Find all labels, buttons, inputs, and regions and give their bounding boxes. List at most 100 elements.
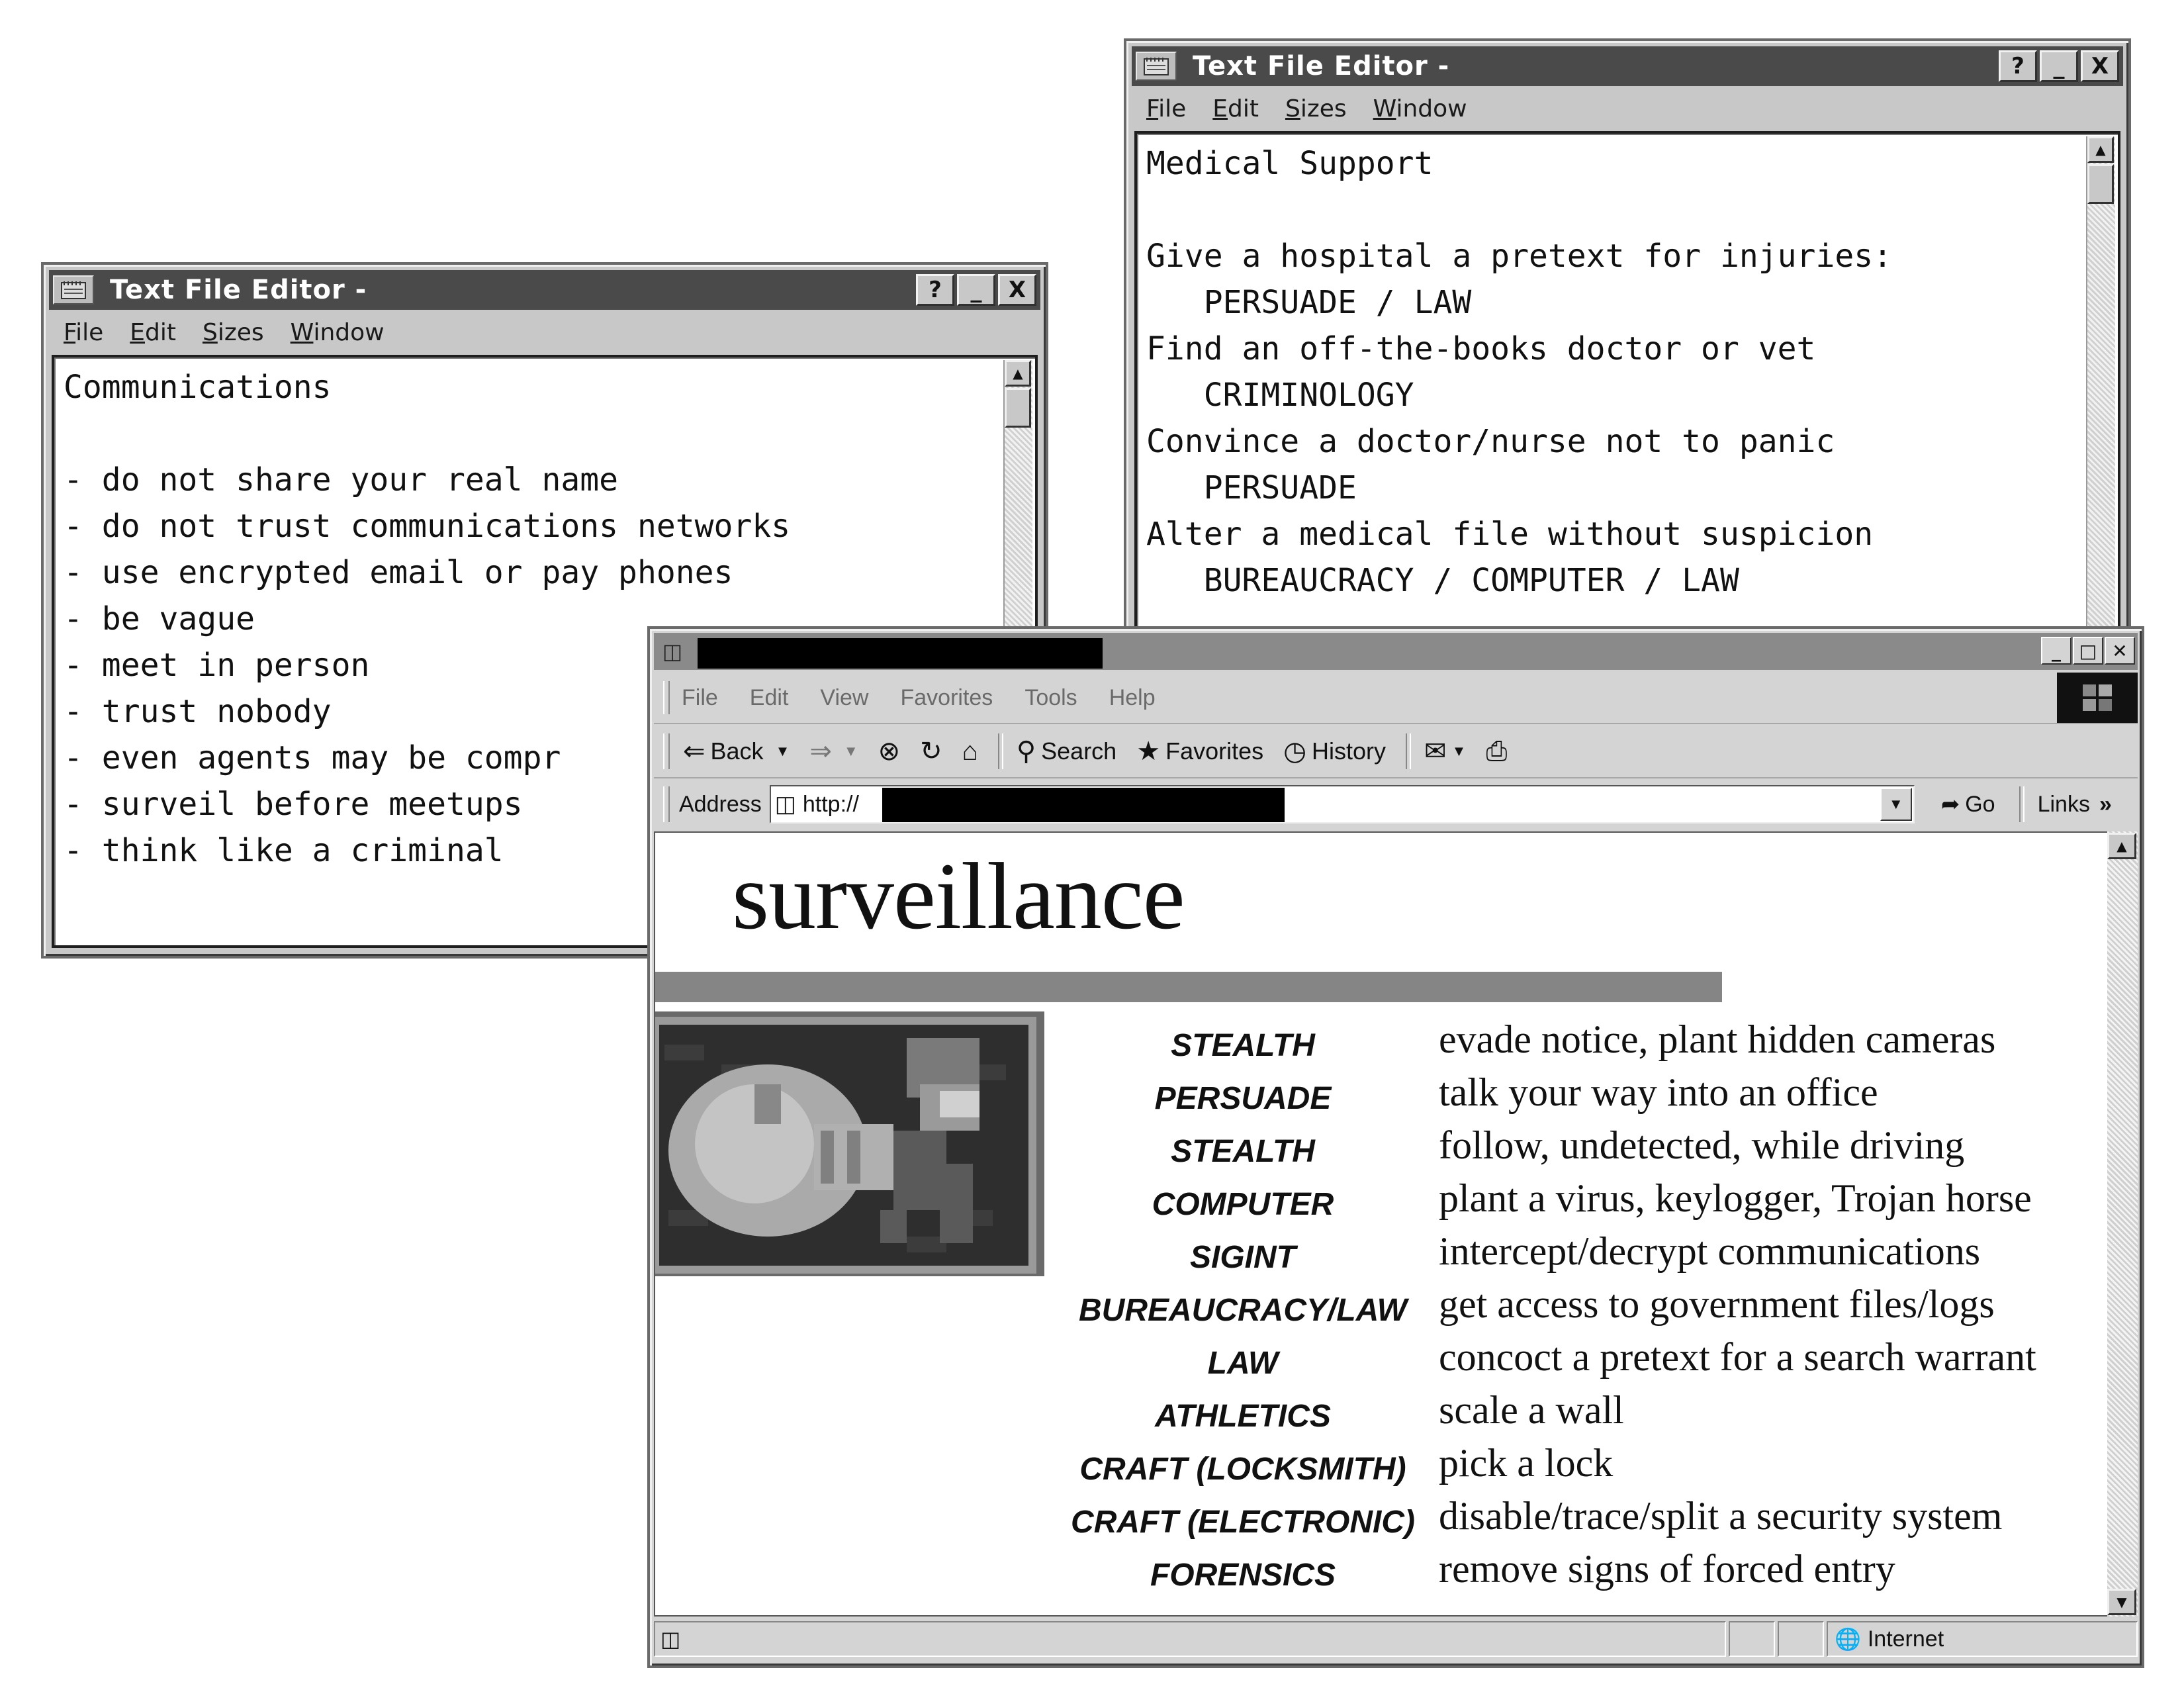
close-button[interactable]: X	[998, 274, 1036, 306]
stop-button[interactable]: ⊗	[878, 736, 901, 767]
skill-name: SIGINT	[1189, 1240, 1296, 1275]
windows-logo-icon	[2057, 673, 2138, 723]
home-icon: ⌂	[962, 736, 978, 766]
menu-edit[interactable]: Edit	[1212, 95, 1259, 122]
menu-window[interactable]: Window	[291, 319, 385, 346]
history-button[interactable]: ◷ History	[1283, 736, 1386, 767]
menu-sizes[interactable]: Sizes	[203, 319, 264, 346]
home-button[interactable]: ⌂	[962, 737, 978, 767]
history-icon: ◷	[1283, 737, 1307, 766]
links-label[interactable]: Links	[2038, 792, 2090, 818]
menu-window[interactable]: Window	[1373, 95, 1467, 122]
status-cell	[1729, 1621, 1775, 1657]
table-row: CRAFT (ELECTRONIC) disable/trace/split a…	[1064, 1493, 2116, 1546]
minimize-button[interactable]: _	[2041, 637, 2071, 665]
mail-icon: ✉	[1424, 737, 1447, 766]
skill-description: remove signs of forced entry	[1439, 1547, 1895, 1591]
title-bar[interactable]: ◫ _ □ ✕	[654, 633, 2138, 670]
table-row: FORENSICS remove signs of forced entry	[1064, 1546, 2116, 1599]
text-line: - do not trust communications networks	[64, 508, 791, 545]
menu-favorites[interactable]: Favorites	[900, 685, 993, 711]
scroll-up-arrow-icon[interactable]: ▲	[2087, 136, 2114, 163]
menu-help[interactable]: Help	[1109, 685, 1156, 711]
internet-zone-icon: 🌐	[1835, 1627, 1861, 1651]
text-area[interactable]: Medical Support Give a hospital a pretex…	[1134, 131, 2120, 691]
refresh-button[interactable]: ↻	[920, 736, 942, 767]
ie-page-icon: ◫	[774, 792, 796, 817]
chevron-down-icon[interactable]: ▼	[844, 743, 858, 760]
toolbar-grip[interactable]	[663, 786, 670, 822]
minimize-button[interactable]: _	[957, 274, 995, 306]
table-row: LAW concoct a pretext for a search warra…	[1064, 1335, 2116, 1387]
text-line: - think like a criminal	[64, 832, 504, 869]
menu-edit[interactable]: Edit	[750, 685, 789, 711]
table-row: ATHLETICS scale a wall	[1064, 1387, 2116, 1440]
ie-page-icon[interactable]: ◫	[658, 637, 687, 666]
header-divider-bar	[655, 972, 1722, 1002]
close-button[interactable]: ✕	[2105, 637, 2135, 665]
address-input[interactable]: ◫ http:// ▼	[769, 785, 1915, 823]
menu-tools[interactable]: Tools	[1024, 685, 1077, 711]
table-row: PERSUADE talk your way into an office	[1064, 1070, 2116, 1123]
scroll-thumb[interactable]	[2087, 164, 2114, 204]
menu-view[interactable]: View	[820, 685, 868, 711]
notepad-icon[interactable]	[53, 275, 94, 305]
forward-button[interactable]: ⇒ ▼	[809, 736, 858, 767]
zone-cell: 🌐 Internet	[1827, 1621, 2138, 1657]
scroll-up-arrow-icon[interactable]: ▲	[2107, 833, 2136, 859]
minimize-button[interactable]: _	[2040, 50, 2078, 82]
skill-description: scale a wall	[1439, 1388, 1624, 1432]
text-line: Find an off-the-books doctor or vet	[1146, 330, 1816, 367]
help-button[interactable]: ?	[1999, 50, 2037, 82]
menu-sizes[interactable]: Sizes	[1285, 95, 1347, 122]
redacted-url	[882, 788, 1285, 822]
back-button[interactable]: ⇐ Back ▼	[683, 736, 790, 767]
skill-description: plant a virus, keylogger, Trojan horse	[1439, 1176, 2032, 1220]
text-line: Convince a doctor/nurse not to panic	[1146, 423, 1835, 460]
search-button[interactable]: ⚲ Search	[1017, 736, 1116, 767]
menu-bar: File Edit Sizes Window	[49, 312, 1040, 352]
scroll-thumb[interactable]	[1005, 388, 1031, 428]
vertical-scrollbar[interactable]: ▲ ▼	[2107, 831, 2138, 1617]
skill-name: BUREAUCRACY/LAW	[1079, 1293, 1407, 1328]
table-row: CRAFT (LOCKSMITH) pick a lock	[1064, 1440, 2116, 1493]
notepad-icon[interactable]	[1136, 52, 1177, 81]
status-text-cell: ◫	[654, 1621, 1726, 1657]
zone-label: Internet	[1867, 1626, 1944, 1652]
skill-description: talk your way into an office	[1439, 1070, 1878, 1114]
menu-file[interactable]: File	[1146, 95, 1186, 122]
forward-arrow-icon: ⇒	[809, 737, 832, 766]
scroll-down-arrow-icon[interactable]: ▼	[2107, 1589, 2136, 1615]
menu-file[interactable]: File	[682, 685, 718, 711]
print-button[interactable]: ⎙	[1486, 737, 1507, 767]
title-bar[interactable]: Text File Editor - ? _ X	[49, 270, 1040, 310]
vertical-scrollbar[interactable]: ▲	[2086, 136, 2115, 686]
menu-bar: File Edit Sizes Window	[1132, 89, 2123, 128]
search-icon: ⚲	[1016, 737, 1036, 766]
text-line: CRIMINOLOGY	[1146, 377, 1414, 414]
chevron-down-icon[interactable]: ▼	[1880, 788, 1912, 821]
mail-button[interactable]: ✉ ▼	[1424, 736, 1466, 767]
text-line: - be vague	[64, 600, 255, 637]
table-row: SIGINT intercept/decrypt communications	[1064, 1229, 2116, 1282]
title-bar[interactable]: Text File Editor - ? _ X	[1132, 46, 2123, 86]
menu-edit[interactable]: Edit	[130, 319, 176, 346]
scroll-up-arrow-icon[interactable]: ▲	[1005, 360, 1031, 387]
redacted-title	[698, 638, 1103, 669]
text-line: PERSUADE / LAW	[1146, 284, 1472, 321]
go-button[interactable]: ➦ Go	[1941, 791, 1995, 818]
maximize-button[interactable]: □	[2073, 637, 2103, 665]
help-button[interactable]: ?	[916, 274, 954, 306]
go-label: Go	[1965, 791, 1995, 817]
chevron-down-icon[interactable]: ▼	[1452, 743, 1467, 760]
skill-name: CRAFT (LOCKSMITH)	[1079, 1452, 1406, 1487]
toolbar-grip[interactable]	[663, 733, 670, 769]
skill-name: PERSUADE	[1154, 1081, 1332, 1116]
chevron-down-icon[interactable]: ▼	[776, 743, 790, 760]
menu-file[interactable]: File	[64, 319, 103, 346]
chevron-right-icon[interactable]: »	[2099, 792, 2112, 818]
skill-name: FORENSICS	[1150, 1558, 1336, 1593]
close-button[interactable]: X	[2081, 50, 2119, 82]
toolbar-grip[interactable]	[663, 681, 670, 714]
favorites-button[interactable]: ★ Favorites	[1136, 736, 1263, 767]
